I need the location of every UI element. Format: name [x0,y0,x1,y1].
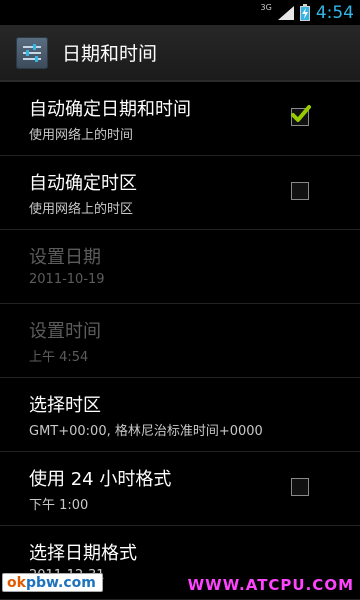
setting-auto-date-time[interactable]: 自动确定日期和时间 使用网络上的时间 [0,82,360,156]
watermark-atcpu: WWW.ATCPU.COM [187,576,354,594]
setting-title: 使用 24 小时格式 [29,469,172,490]
setting-title: 自动确定时区 [29,173,137,194]
setting-summary: 2011-10-19 [29,272,105,287]
setting-auto-timezone[interactable]: 自动确定时区 使用网络上的时区 [0,156,360,230]
setting-select-timezone[interactable]: 选择时区 GMT+00:00, 格林尼治标准时间+0000 [0,378,360,452]
settings-sliders-icon[interactable] [16,36,48,69]
status-bar: 3G 4:54 [0,0,360,25]
battery-charging-icon [299,4,310,21]
status-clock: 4:54 [315,2,354,23]
settings-list: 自动确定日期和时间 使用网络上的时间 自动确定时区 使用网络上的时区 设置日期 … [0,82,360,600]
watermark-okpbw: okpbw.com [2,573,103,592]
setting-summary: 上午 4:54 [29,350,89,365]
auto-timezone-checkbox[interactable] [291,182,309,200]
setting-title: 设置时间 [29,321,101,342]
setting-title: 选择时区 [29,395,101,416]
page-title: 日期和时间 [62,43,158,65]
24-hour-checkbox[interactable] [291,478,309,496]
setting-24-hour-format[interactable]: 使用 24 小时格式 下午 1:00 [0,452,360,526]
setting-title: 选择日期格式 [29,543,137,564]
signal-icon [277,5,294,20]
watermark-ok: ok [7,575,26,591]
setting-title: 设置日期 [29,247,101,268]
action-bar: 日期和时间 [0,25,360,82]
setting-title: 自动确定日期和时间 [29,99,191,120]
setting-summary: 下午 1:00 [29,498,89,513]
network-type: 3G [260,3,272,12]
setting-set-time: 设置时间 上午 4:54 [0,304,360,378]
setting-summary: 使用网络上的时间 [29,128,134,143]
setting-set-date: 设置日期 2011-10-19 [0,230,360,304]
setting-summary: GMT+00:00, 格林尼治标准时间+0000 [29,424,263,439]
auto-date-time-checkbox[interactable] [291,105,311,126]
checkmark-icon [291,105,311,122]
watermark-domain: pbw.com [25,575,96,591]
setting-summary: 使用网络上的时区 [29,202,134,217]
